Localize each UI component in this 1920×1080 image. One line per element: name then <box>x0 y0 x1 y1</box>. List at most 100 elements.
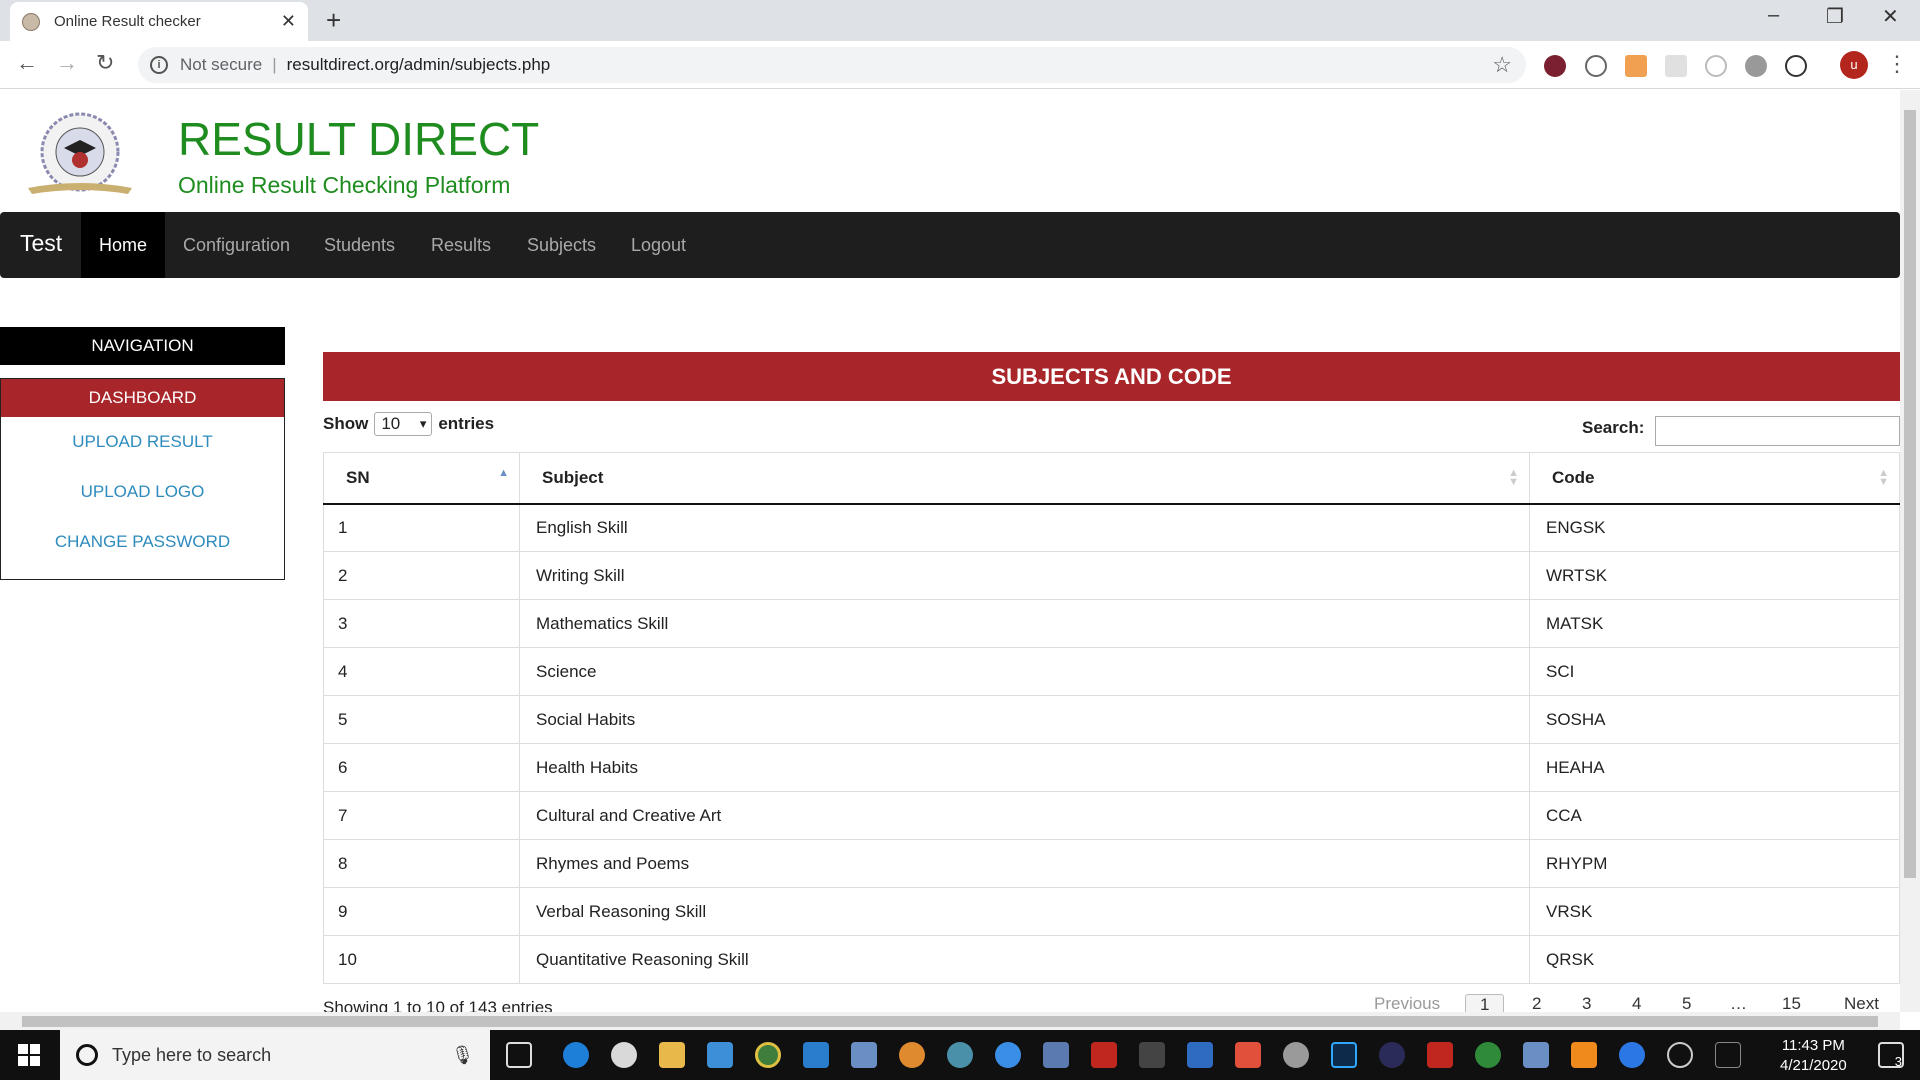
tab-close-icon[interactable]: ✕ <box>281 11 296 32</box>
extension-icon[interactable] <box>1785 55 1807 77</box>
navbar-brand[interactable]: Test <box>20 230 62 257</box>
vertical-scrollbar[interactable] <box>1900 90 1920 1012</box>
search-input[interactable] <box>1655 416 1900 446</box>
pager-page-4[interactable]: 4 <box>1632 994 1641 1012</box>
windows-start-icon[interactable] <box>18 1044 40 1066</box>
horizontal-scrollbar[interactable] <box>0 1012 1900 1030</box>
table-row: 8 Rhymes and Poems RHYPM <box>323 839 1900 888</box>
app-icon[interactable] <box>995 1042 1021 1068</box>
vlc-icon[interactable] <box>1571 1042 1597 1068</box>
extension-icon[interactable] <box>1544 55 1566 77</box>
omnibox[interactable]: i Not secure | resultdirect.org/admin/su… <box>138 47 1526 83</box>
column-header-label: Code <box>1552 467 1595 487</box>
music-app-icon[interactable] <box>611 1042 637 1068</box>
app-icon[interactable] <box>899 1042 925 1068</box>
window-close-icon[interactable]: ✕ <box>1882 4 1899 29</box>
nav-students[interactable]: Students <box>306 212 413 278</box>
table-row: 7 Cultural and Creative Art CCA <box>323 791 1900 840</box>
pager-page-5[interactable]: 5 <box>1682 994 1691 1012</box>
browser-menu-icon[interactable]: ⋮ <box>1886 51 1908 77</box>
app-icon[interactable] <box>1139 1042 1165 1068</box>
photoshop-icon[interactable] <box>1331 1042 1357 1068</box>
vscode-icon[interactable] <box>803 1042 829 1068</box>
extension-icon[interactable] <box>1745 55 1767 77</box>
sidebar-item-dashboard[interactable]: DASHBOARD <box>1 379 284 417</box>
extension-icon[interactable] <box>1705 55 1727 77</box>
taskbar-search[interactable]: Type here to search 🎙 <box>60 1030 490 1080</box>
column-header-label: SN <box>346 467 370 487</box>
chrome-browser-icon[interactable] <box>755 1042 781 1068</box>
sort-ascending-icon: ▲ <box>498 467 509 479</box>
table-row: 3 Mathematics Skill MATSK <box>323 599 1900 648</box>
cell-code: SOSHA <box>1529 695 1900 744</box>
people-icon[interactable] <box>1667 1042 1693 1068</box>
minimize-icon[interactable]: – <box>1768 4 1779 27</box>
browser-tab-strip: Online Result checker ✕ + – ❐ ✕ <box>0 0 1920 41</box>
app-icon[interactable] <box>1235 1042 1261 1068</box>
creative-cloud-icon[interactable] <box>1427 1042 1453 1068</box>
column-header-subject[interactable]: Subject ▲ ▼ <box>519 452 1530 505</box>
page-size-select[interactable]: 10 <box>374 412 433 436</box>
url-text[interactable]: resultdirect.org/admin/subjects.php <box>287 55 551 75</box>
table-row: 5 Social Habits SOSHA <box>323 695 1900 744</box>
pager-page-15[interactable]: 15 <box>1782 994 1801 1012</box>
browser-tab[interactable]: Online Result checker ✕ <box>10 2 308 41</box>
sidebar-item-upload-result[interactable]: UPLOAD RESULT <box>1 417 284 467</box>
nav-home[interactable]: Home <box>81 212 166 278</box>
pager-page-1[interactable]: 1 <box>1465 994 1505 1012</box>
help-icon[interactable] <box>1619 1042 1645 1068</box>
nav-results[interactable]: Results <box>413 212 509 278</box>
scrollbar-thumb[interactable] <box>1904 110 1916 878</box>
app-icon[interactable] <box>1523 1042 1549 1068</box>
school-seal-logo-icon <box>28 112 132 194</box>
mail-icon[interactable] <box>707 1042 733 1068</box>
taskbar-clock[interactable]: 11:43 PM 4/21/2020 <box>1780 1036 1847 1076</box>
pager-next[interactable]: Next <box>1844 994 1879 1012</box>
profile-avatar[interactable]: u <box>1840 51 1868 79</box>
clock-time: 11:43 PM <box>1781 1037 1845 1054</box>
extension-icon[interactable] <box>1585 55 1607 77</box>
sidebar-item-upload-logo[interactable]: UPLOAD LOGO <box>1 467 284 517</box>
notifications-icon[interactable]: 3 <box>1878 1042 1904 1069</box>
microphone-icon[interactable]: 🎙 <box>451 1045 474 1066</box>
app-icon[interactable] <box>1475 1042 1501 1068</box>
site-subtitle: Online Result Checking Platform <box>178 172 511 198</box>
system-tray-icons[interactable] <box>1715 1042 1741 1068</box>
edge-browser-icon[interactable] <box>563 1042 589 1068</box>
column-header-code[interactable]: Code ▲ ▼ <box>1529 452 1900 505</box>
pager-previous[interactable]: Previous <box>1374 994 1440 1012</box>
column-header-label: Subject <box>542 467 604 487</box>
sort-both-icon: ▲ ▼ <box>1878 467 1889 488</box>
filezilla-icon[interactable] <box>1091 1042 1117 1068</box>
app-icon[interactable] <box>1187 1042 1213 1068</box>
reload-icon[interactable]: ↻ <box>96 50 114 76</box>
cell-code: MATSK <box>1529 599 1900 648</box>
app-icon[interactable] <box>851 1042 877 1068</box>
app-icon[interactable] <box>1043 1042 1069 1068</box>
nav-subjects[interactable]: Subjects <box>509 212 614 278</box>
cell-sn: 3 <box>323 599 520 648</box>
new-tab-icon[interactable]: + <box>326 5 341 36</box>
app-icon[interactable] <box>1283 1042 1309 1068</box>
site-info-icon[interactable]: i <box>150 56 168 74</box>
forward-arrow-icon[interactable]: → <box>56 50 78 76</box>
file-explorer-icon[interactable] <box>659 1042 685 1068</box>
column-header-sn[interactable]: SN ▲ <box>323 452 520 505</box>
app-icon[interactable] <box>947 1042 973 1068</box>
app-icon[interactable] <box>1379 1042 1405 1068</box>
cell-subject: Verbal Reasoning Skill <box>519 887 1530 936</box>
scrollbar-thumb[interactable] <box>22 1016 1878 1027</box>
pager-page-2[interactable]: 2 <box>1532 994 1541 1012</box>
table-row: 10 Quantitative Reasoning Skill QRSK <box>323 935 1900 984</box>
task-view-icon[interactable] <box>506 1042 532 1068</box>
extension-icon[interactable] <box>1665 55 1687 77</box>
nav-logout[interactable]: Logout <box>613 212 704 278</box>
sidebar-item-change-password[interactable]: CHANGE PASSWORD <box>1 517 284 567</box>
pager-page-3[interactable]: 3 <box>1582 994 1591 1012</box>
nav-configuration[interactable]: Configuration <box>165 212 308 278</box>
bookmark-star-icon[interactable]: ☆ <box>1492 52 1512 78</box>
extension-icon[interactable] <box>1625 55 1647 77</box>
back-arrow-icon[interactable]: ← <box>16 50 38 76</box>
restore-icon[interactable]: ❐ <box>1826 4 1844 29</box>
address-bar-row: ← → ↻ i Not secure | resultdirect.org/ad… <box>0 41 1920 89</box>
